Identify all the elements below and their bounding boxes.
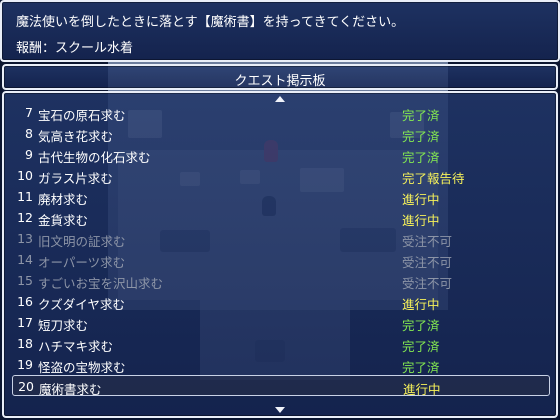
quest-number: 10 (17, 168, 33, 183)
quest-number: 11 (17, 189, 33, 204)
quest-status: 進行中 (402, 192, 440, 207)
quest-row[interactable]: 13 旧文明の証求む 受注不可 (12, 228, 550, 249)
quest-name: 古代生物の化石求む (38, 150, 151, 165)
quest-status: 進行中 (402, 297, 440, 312)
quest-board-title-window: クエスト掲示板 (2, 64, 558, 90)
quest-status: 完了済 (402, 129, 440, 144)
quest-name: 短刀求む (38, 318, 89, 333)
quest-row[interactable]: 14 オーパーツ求む 受注不可 (12, 249, 550, 270)
quest-row[interactable]: 20 魔術書求む 進行中 (12, 375, 550, 397)
quest-row[interactable]: 9 古代生物の化石求む 完了済 (12, 144, 550, 165)
quest-name: 旧文明の証求む (38, 234, 126, 249)
quest-number: 17 (17, 315, 33, 330)
quest-name: クズダイヤ求む (38, 297, 125, 312)
quest-list: 7 宝石の原石求む 完了済 8 気高き花求む 完了済 9 古代生物の化石求む 完了済 10 ガラス片… (12, 102, 550, 397)
quest-status: 完了済 (402, 108, 440, 123)
quest-number: 16 (17, 294, 33, 309)
quest-row[interactable]: 17 短刀求む 完了済 (12, 312, 550, 333)
quest-row[interactable]: 18 ハチマキ求む 完了済 (12, 333, 550, 354)
quest-number: 7 (25, 105, 33, 120)
quest-name: 宝石の原石求む (38, 108, 126, 123)
quest-list-window: 7 宝石の原石求む 完了済 8 気高き花求む 完了済 9 古代生物の化石求む 完了済 10 ガラス片… (2, 91, 558, 418)
quest-number: 18 (17, 336, 33, 351)
quest-status: 受注不可 (402, 255, 453, 270)
quest-status: 完了済 (402, 339, 440, 354)
quest-number: 13 (17, 231, 33, 246)
quest-status: 完了報告待 (402, 171, 465, 186)
quest-number: 15 (17, 273, 33, 288)
quest-description: 魔法使いを倒したときに落とす【魔術書】を持ってきてください。 (16, 15, 405, 30)
quest-number: 12 (17, 210, 33, 225)
quest-status: 進行中 (402, 213, 440, 228)
quest-number: 20 (18, 379, 34, 394)
quest-row[interactable]: 16 クズダイヤ求む 進行中 (12, 291, 550, 312)
quest-row[interactable]: 8 気高き花求む 完了済 (12, 123, 550, 144)
quest-number: 14 (17, 252, 33, 267)
quest-name: 気高き花求む (38, 129, 114, 144)
quest-status: 完了済 (402, 150, 440, 165)
quest-name: 魔術書求む (39, 382, 102, 397)
quest-name: 廃材求む (38, 192, 89, 207)
quest-name: オーパーツ求む (38, 255, 126, 270)
quest-name: すごいお宝を沢山求む (38, 276, 164, 291)
scroll-down-icon[interactable] (275, 407, 285, 413)
quest-board-title: クエスト掲示板 (234, 74, 326, 89)
quest-name: ハチマキ求む (38, 339, 114, 354)
quest-number: 9 (25, 147, 33, 162)
quest-reward: 報酬：スクール水着 (16, 41, 134, 56)
quest-status: 完了済 (402, 318, 440, 333)
quest-row[interactable]: 11 廃材求む 進行中 (12, 186, 550, 207)
quest-number: 19 (17, 357, 33, 372)
quest-row[interactable]: 7 宝石の原石求む 完了済 (12, 102, 550, 123)
quest-name: 怪盗の宝物求む (38, 360, 126, 375)
quest-status: 進行中 (403, 382, 441, 397)
quest-number: 8 (25, 126, 33, 141)
quest-status: 受注不可 (402, 234, 453, 249)
quest-row[interactable]: 12 金貨求む 進行中 (12, 207, 550, 228)
quest-name: 金貨求む (38, 213, 89, 228)
quest-row[interactable]: 15 すごいお宝を沢山求む 受注不可 (12, 270, 550, 291)
quest-status: 完了済 (402, 360, 440, 375)
quest-description-window: 魔法使いを倒したときに落とす【魔術書】を持ってきてください。 報酬：スクール水着 (0, 0, 560, 62)
quest-name: ガラス片求む (38, 171, 113, 186)
quest-status: 受注不可 (402, 276, 453, 291)
quest-row[interactable]: 19 怪盗の宝物求む 完了済 (12, 354, 550, 375)
quest-row[interactable]: 10 ガラス片求む 完了報告待 (12, 165, 550, 186)
